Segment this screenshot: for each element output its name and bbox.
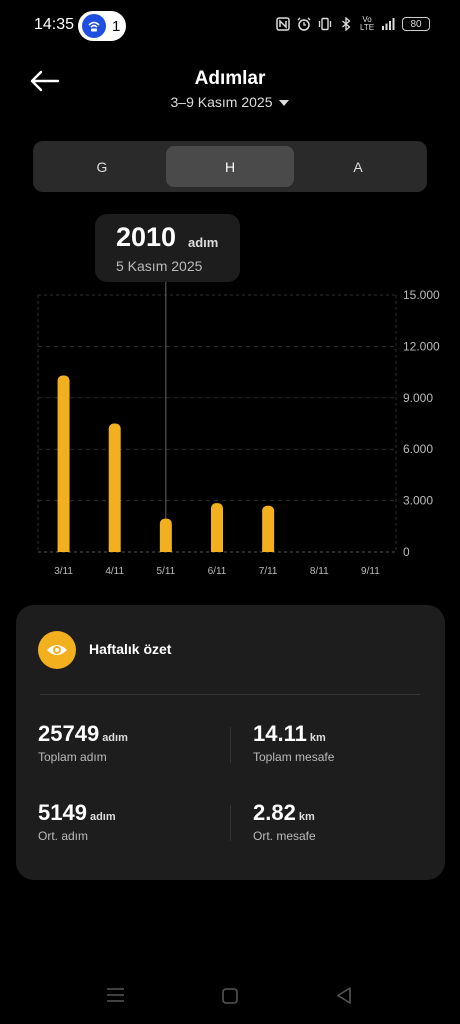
stat-unit: adım (89, 811, 116, 823)
bar-base (57, 547, 70, 552)
stat-label: Toplam adım (38, 750, 107, 764)
bar-3-11[interactable] (57, 375, 70, 552)
x-tick-label: 6/11 (208, 566, 227, 577)
y-tick-label: 9.000 (403, 391, 433, 405)
x-tick-label: 7/11 (259, 566, 278, 577)
bar-5-11[interactable] (159, 518, 172, 552)
summary-title: Haftalık özet (89, 641, 172, 657)
bar-7-11[interactable] (262, 505, 275, 552)
y-tick-label: 6.000 (403, 442, 433, 456)
stat-value: 5149 (38, 800, 87, 825)
home-icon[interactable] (222, 988, 238, 1004)
y-tick-label: 12.000 (403, 339, 440, 353)
tooltip-date: 5 Kasım 2025 (116, 258, 203, 274)
back-triangle-icon[interactable] (336, 987, 352, 1004)
y-tick-label: 0 (403, 545, 410, 559)
stat-label: Toplam mesafe (253, 750, 335, 764)
stat-value: 25749 (38, 721, 100, 746)
x-tick-label: 5/11 (156, 566, 175, 577)
stat-value: 2.82 (253, 800, 296, 825)
eye-icon (38, 631, 76, 669)
stat-label: Ort. mesafe (253, 829, 316, 843)
y-tick-label: 3.000 (403, 494, 433, 508)
bar-base (262, 547, 275, 552)
selected-day-tooltip: 2010 adım 5 Kasım 2025 (95, 214, 240, 282)
x-tick-label: 4/11 (105, 566, 124, 577)
y-tick-label: 15.000 (403, 288, 440, 302)
stat-value: 14.11 (253, 721, 307, 746)
menu-icon[interactable] (107, 988, 124, 1002)
stat-total-steps: 25749 adım Toplam adım (38, 721, 128, 764)
bar-base (159, 547, 172, 552)
divider (230, 727, 231, 763)
stat-total-distance: 14.11 km Toplam mesafe (253, 721, 334, 764)
x-tick-label: 3/11 (54, 566, 73, 577)
stat-avg-steps: 5149 adım Ort. adım (38, 800, 116, 843)
steps-bar-chart: 0 3.000 6.000 9.000 12.000 15.000 3/11 4/11 5/1… (37, 282, 440, 577)
bar-base (211, 547, 223, 552)
stat-avg-distance: 2.82 km Ort. mesafe (253, 800, 316, 843)
stat-unit: km (309, 732, 326, 744)
stat-unit: km (298, 811, 315, 823)
bar-6-11[interactable] (211, 503, 223, 552)
x-tick-label: 8/11 (310, 566, 329, 577)
divider (230, 805, 231, 841)
tooltip-unit: adım (188, 235, 219, 250)
bar-base (108, 547, 121, 552)
stat-unit: adım (102, 732, 128, 744)
stat-label: Ort. adım (38, 829, 89, 843)
weekly-summary-card: Haftalık özet 25749 adım Toplam adım 14.1… (16, 605, 445, 880)
tooltip-value: 2010 (116, 222, 177, 252)
divider (40, 694, 420, 695)
x-tick-label: 9/11 (361, 566, 380, 577)
bar-4-11[interactable] (108, 423, 121, 553)
